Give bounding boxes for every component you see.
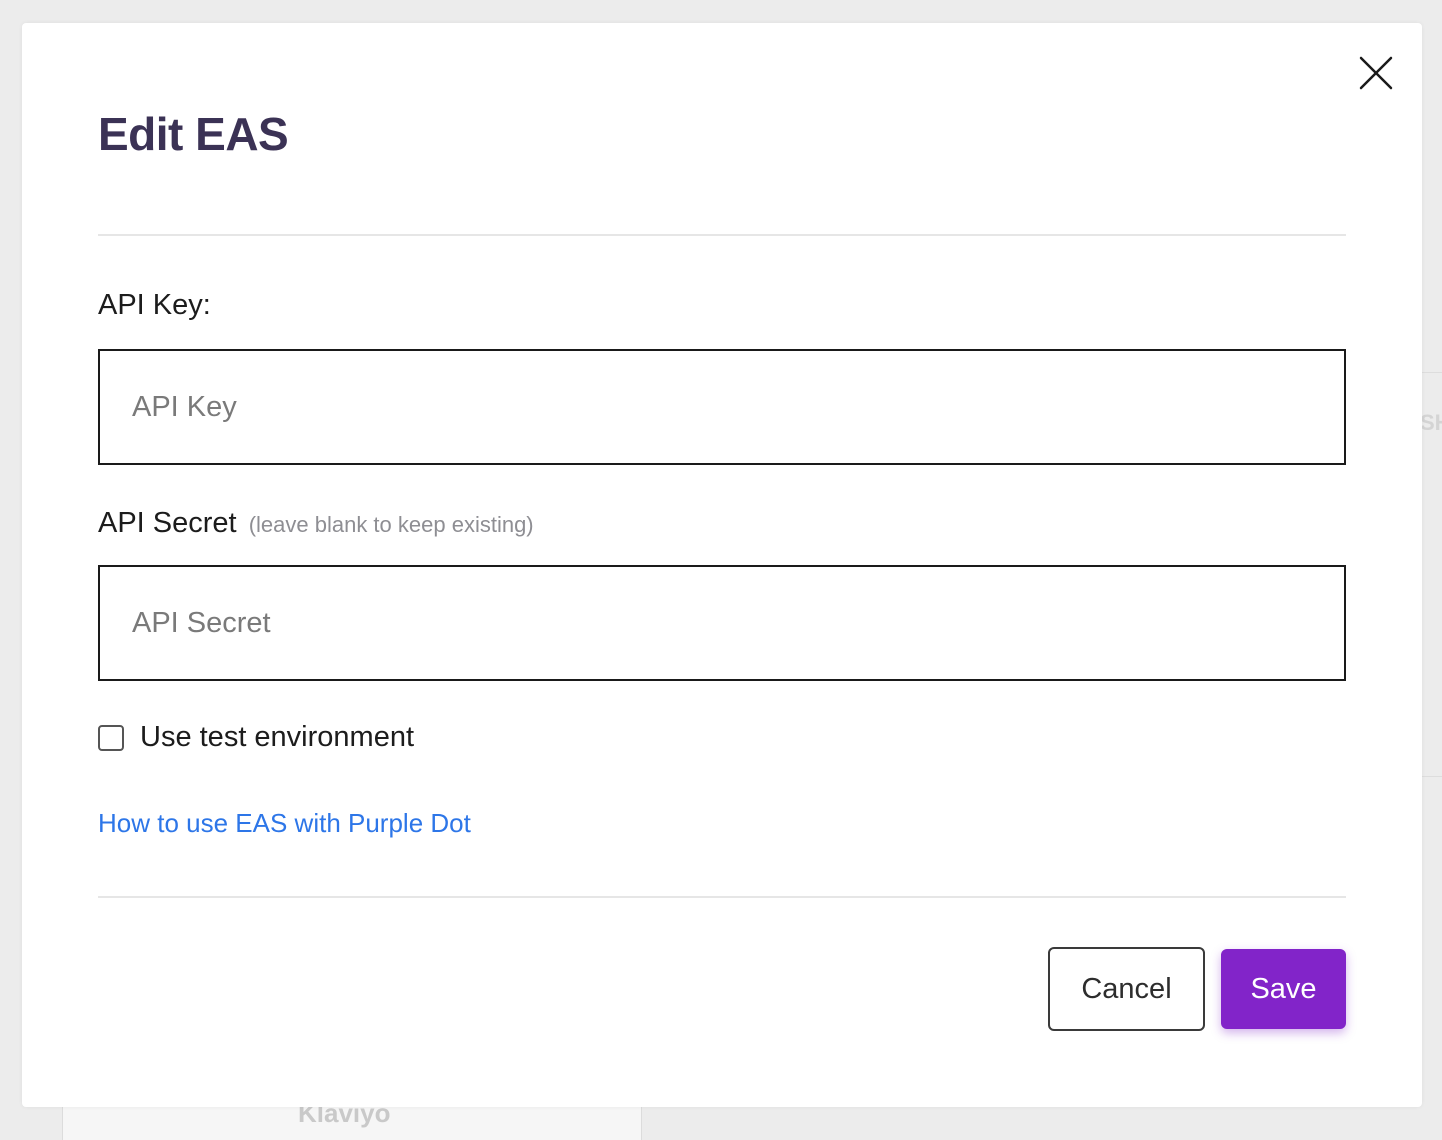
api-secret-hint: (leave blank to keep existing) xyxy=(248,512,534,537)
api-key-input[interactable] xyxy=(98,349,1346,465)
edit-eas-modal: Edit EAS API Key: API Secret (leave blan… xyxy=(22,23,1422,1107)
background-text: SH xyxy=(1420,410,1442,435)
api-key-label: API Key: xyxy=(98,289,211,321)
close-button[interactable] xyxy=(1356,53,1396,93)
footer-divider xyxy=(98,896,1346,898)
api-secret-input[interactable] xyxy=(98,565,1346,681)
test-environment-label: Use test environment xyxy=(140,721,415,753)
modal-title: Edit EAS xyxy=(98,108,289,160)
save-button[interactable]: Save xyxy=(1221,949,1346,1029)
cancel-button[interactable]: Cancel xyxy=(1048,947,1205,1031)
close-icon xyxy=(1359,56,1393,90)
background-divider xyxy=(1422,372,1442,373)
background-divider xyxy=(1422,776,1442,777)
api-secret-label: API Secret xyxy=(98,507,237,539)
header-divider xyxy=(98,234,1346,236)
api-secret-label-row: API Secret (leave blank to keep existing… xyxy=(98,507,534,540)
test-environment-checkbox[interactable] xyxy=(98,724,124,751)
test-environment-option[interactable]: Use test environment xyxy=(98,721,414,754)
help-link[interactable]: How to use EAS with Purple Dot xyxy=(98,808,471,839)
